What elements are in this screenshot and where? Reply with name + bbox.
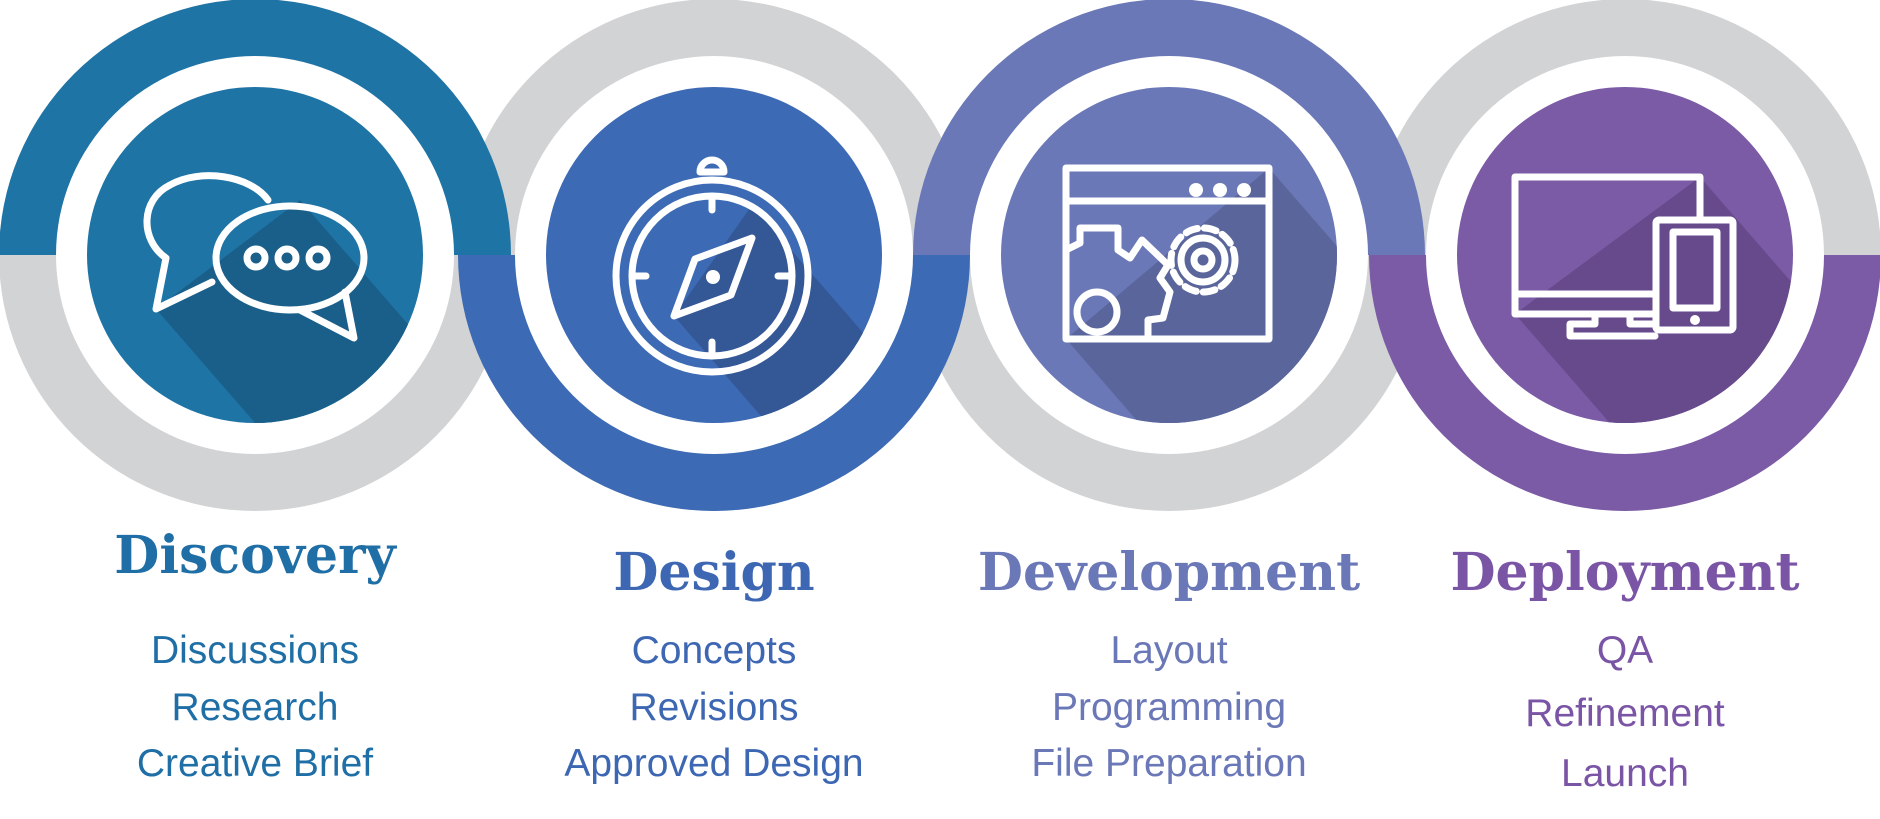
stage-title: Development [978, 542, 1360, 603]
stage-item: Discussions [151, 629, 359, 672]
stage-item: Refinement [1525, 692, 1725, 735]
stage-title: Deployment [1450, 542, 1799, 603]
stage-item: File Preparation [1031, 742, 1306, 785]
stage-title: Discovery [114, 525, 397, 586]
stage-item: Concepts [632, 629, 797, 672]
stage-item: Programming [1052, 686, 1286, 729]
stage-item: Research [172, 686, 339, 729]
stage-item: QA [1597, 629, 1653, 672]
stage-title: Design [613, 542, 814, 603]
stage-item: Creative Brief [137, 742, 373, 785]
stage-item: Revisions [629, 686, 798, 729]
stage-item: Layout [1110, 629, 1227, 672]
stage-item: Launch [1561, 752, 1689, 795]
stage-item: Approved Design [564, 742, 863, 785]
process-diagram: Discovery Discussions Research Creative Bri… [0, 0, 1880, 795]
